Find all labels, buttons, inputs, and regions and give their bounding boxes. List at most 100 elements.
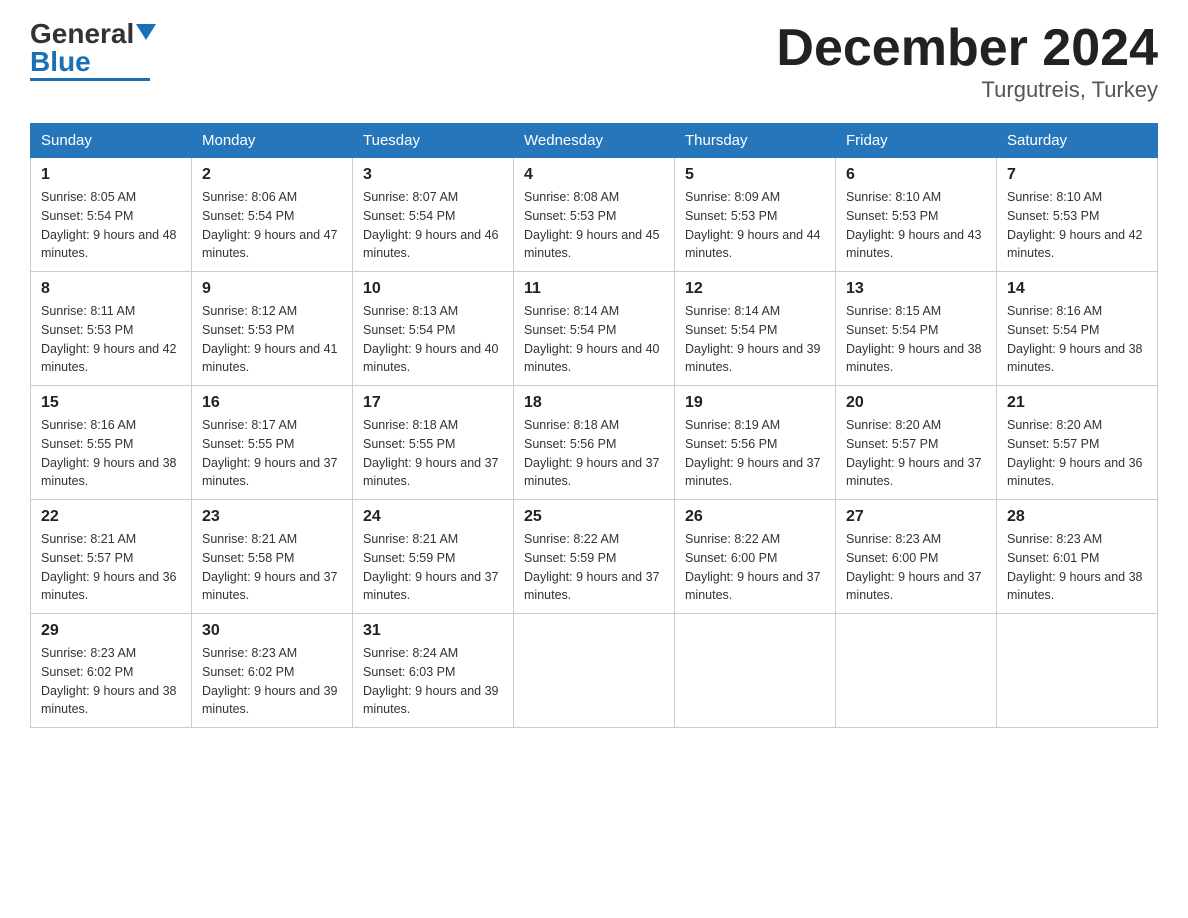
calendar-cell: 27 Sunrise: 8:23 AMSunset: 6:00 PMDayligh… [836, 500, 997, 614]
calendar-title: December 2024 [776, 20, 1158, 77]
day-info: Sunrise: 8:16 AMSunset: 5:55 PMDaylight:… [41, 416, 181, 491]
day-number: 8 [41, 280, 181, 298]
week-row-4: 22 Sunrise: 8:21 AMSunset: 5:57 PMDayligh… [31, 500, 1158, 614]
calendar-cell: 5Sunrise: 8:09 AMSunset: 5:53 PMDaylight… [675, 158, 836, 272]
day-number: 27 [846, 508, 986, 526]
day-info: Sunrise: 8:18 AMSunset: 5:55 PMDaylight:… [363, 416, 503, 491]
calendar-cell: 18 Sunrise: 8:18 AMSunset: 5:56 PMDayligh… [514, 386, 675, 500]
week-row-3: 15 Sunrise: 8:16 AMSunset: 5:55 PMDayligh… [31, 386, 1158, 500]
week-row-1: 1 Sunrise: 8:05 AMSunset: 5:54 PMDaylight… [31, 158, 1158, 272]
day-info: Sunrise: 8:10 AMSunset: 5:53 PMDaylight:… [846, 188, 986, 263]
calendar-header-row: SundayMondayTuesdayWednesdayThursdayFrid… [31, 124, 1158, 158]
day-info: Sunrise: 8:14 AMSunset: 5:54 PMDaylight:… [524, 302, 664, 377]
day-number: 12 [685, 280, 825, 298]
day-info: Sunrise: 8:15 AMSunset: 5:54 PMDaylight:… [846, 302, 986, 377]
calendar-cell: 26Sunrise: 8:22 AMSunset: 6:00 PMDayligh… [675, 500, 836, 614]
day-number: 3 [363, 166, 503, 184]
calendar-cell: 10 Sunrise: 8:13 AMSunset: 5:54 PMDayligh… [353, 272, 514, 386]
title-block: December 2024 Turgutreis, Turkey [776, 20, 1158, 103]
calendar-cell: 23Sunrise: 8:21 AMSunset: 5:58 PMDayligh… [192, 500, 353, 614]
day-info: Sunrise: 8:23 AMSunset: 6:02 PMDaylight:… [202, 644, 342, 719]
day-number: 20 [846, 394, 986, 412]
calendar-cell [675, 614, 836, 728]
calendar-subtitle: Turgutreis, Turkey [776, 77, 1158, 103]
day-number: 1 [41, 166, 181, 184]
header-wednesday: Wednesday [514, 124, 675, 158]
day-number: 18 [524, 394, 664, 412]
day-number: 30 [202, 622, 342, 640]
day-info: Sunrise: 8:05 AMSunset: 5:54 PMDaylight:… [41, 188, 181, 263]
day-number: 9 [202, 280, 342, 298]
day-number: 23 [202, 508, 342, 526]
day-info: Sunrise: 8:21 AMSunset: 5:59 PMDaylight:… [363, 530, 503, 605]
day-number: 22 [41, 508, 181, 526]
calendar-cell: 25 Sunrise: 8:22 AMSunset: 5:59 PMDayligh… [514, 500, 675, 614]
day-number: 29 [41, 622, 181, 640]
calendar-table: SundayMondayTuesdayWednesdayThursdayFrid… [30, 123, 1158, 728]
day-info: Sunrise: 8:23 AMSunset: 6:02 PMDaylight:… [41, 644, 181, 719]
day-info: Sunrise: 8:22 AMSunset: 5:59 PMDaylight:… [524, 530, 664, 605]
day-number: 17 [363, 394, 503, 412]
day-info: Sunrise: 8:19 AMSunset: 5:56 PMDaylight:… [685, 416, 825, 491]
calendar-cell: 31 Sunrise: 8:24 AMSunset: 6:03 PMDayligh… [353, 614, 514, 728]
week-row-2: 8 Sunrise: 8:11 AMSunset: 5:53 PMDaylight… [31, 272, 1158, 386]
calendar-cell: 12Sunrise: 8:14 AMSunset: 5:54 PMDayligh… [675, 272, 836, 386]
day-info: Sunrise: 8:23 AMSunset: 6:00 PMDaylight:… [846, 530, 986, 605]
day-info: Sunrise: 8:06 AMSunset: 5:54 PMDaylight:… [202, 188, 342, 263]
calendar-cell: 6 Sunrise: 8:10 AMSunset: 5:53 PMDaylight… [836, 158, 997, 272]
logo-underline [30, 78, 150, 81]
logo-blue-text: Blue [30, 48, 91, 76]
calendar-cell: 3Sunrise: 8:07 AMSunset: 5:54 PMDaylight… [353, 158, 514, 272]
day-info: Sunrise: 8:22 AMSunset: 6:00 PMDaylight:… [685, 530, 825, 605]
day-number: 7 [1007, 166, 1147, 184]
day-info: Sunrise: 8:18 AMSunset: 5:56 PMDaylight:… [524, 416, 664, 491]
day-info: Sunrise: 8:24 AMSunset: 6:03 PMDaylight:… [363, 644, 503, 719]
day-info: Sunrise: 8:21 AMSunset: 5:57 PMDaylight:… [41, 530, 181, 605]
header-sunday: Sunday [31, 124, 192, 158]
day-number: 2 [202, 166, 342, 184]
calendar-cell: 17 Sunrise: 8:18 AMSunset: 5:55 PMDayligh… [353, 386, 514, 500]
day-info: Sunrise: 8:23 AMSunset: 6:01 PMDaylight:… [1007, 530, 1147, 605]
day-info: Sunrise: 8:08 AMSunset: 5:53 PMDaylight:… [524, 188, 664, 263]
day-number: 10 [363, 280, 503, 298]
day-info: Sunrise: 8:11 AMSunset: 5:53 PMDaylight:… [41, 302, 181, 377]
day-number: 11 [524, 280, 664, 298]
calendar-cell: 4Sunrise: 8:08 AMSunset: 5:53 PMDaylight… [514, 158, 675, 272]
week-row-5: 29 Sunrise: 8:23 AMSunset: 6:02 PMDayligh… [31, 614, 1158, 728]
day-info: Sunrise: 8:17 AMSunset: 5:55 PMDaylight:… [202, 416, 342, 491]
day-number: 15 [41, 394, 181, 412]
logo-triangle-icon [136, 24, 156, 40]
calendar-cell: 22 Sunrise: 8:21 AMSunset: 5:57 PMDayligh… [31, 500, 192, 614]
day-number: 5 [685, 166, 825, 184]
day-number: 24 [363, 508, 503, 526]
day-number: 13 [846, 280, 986, 298]
calendar-cell: 21Sunrise: 8:20 AMSunset: 5:57 PMDayligh… [997, 386, 1158, 500]
calendar-cell: 28Sunrise: 8:23 AMSunset: 6:01 PMDayligh… [997, 500, 1158, 614]
calendar-cell: 8 Sunrise: 8:11 AMSunset: 5:53 PMDaylight… [31, 272, 192, 386]
day-number: 31 [363, 622, 503, 640]
calendar-cell [997, 614, 1158, 728]
calendar-cell: 7 Sunrise: 8:10 AMSunset: 5:53 PMDaylight… [997, 158, 1158, 272]
calendar-cell: 19 Sunrise: 8:19 AMSunset: 5:56 PMDayligh… [675, 386, 836, 500]
calendar-cell: 20Sunrise: 8:20 AMSunset: 5:57 PMDayligh… [836, 386, 997, 500]
logo: General Blue [30, 20, 156, 81]
day-number: 21 [1007, 394, 1147, 412]
calendar-cell: 16Sunrise: 8:17 AMSunset: 5:55 PMDayligh… [192, 386, 353, 500]
day-info: Sunrise: 8:13 AMSunset: 5:54 PMDaylight:… [363, 302, 503, 377]
calendar-cell: 11 Sunrise: 8:14 AMSunset: 5:54 PMDayligh… [514, 272, 675, 386]
day-info: Sunrise: 8:12 AMSunset: 5:53 PMDaylight:… [202, 302, 342, 377]
logo-general-text: General [30, 20, 134, 48]
header-monday: Monday [192, 124, 353, 158]
page-header: General Blue December 2024 Turgutreis, T… [30, 20, 1158, 103]
calendar-cell: 30 Sunrise: 8:23 AMSunset: 6:02 PMDayligh… [192, 614, 353, 728]
calendar-cell: 2 Sunrise: 8:06 AMSunset: 5:54 PMDaylight… [192, 158, 353, 272]
day-info: Sunrise: 8:10 AMSunset: 5:53 PMDaylight:… [1007, 188, 1147, 263]
day-number: 6 [846, 166, 986, 184]
day-number: 25 [524, 508, 664, 526]
header-tuesday: Tuesday [353, 124, 514, 158]
calendar-cell: 9 Sunrise: 8:12 AMSunset: 5:53 PMDaylight… [192, 272, 353, 386]
day-number: 14 [1007, 280, 1147, 298]
day-number: 19 [685, 394, 825, 412]
day-info: Sunrise: 8:16 AMSunset: 5:54 PMDaylight:… [1007, 302, 1147, 377]
calendar-cell [514, 614, 675, 728]
